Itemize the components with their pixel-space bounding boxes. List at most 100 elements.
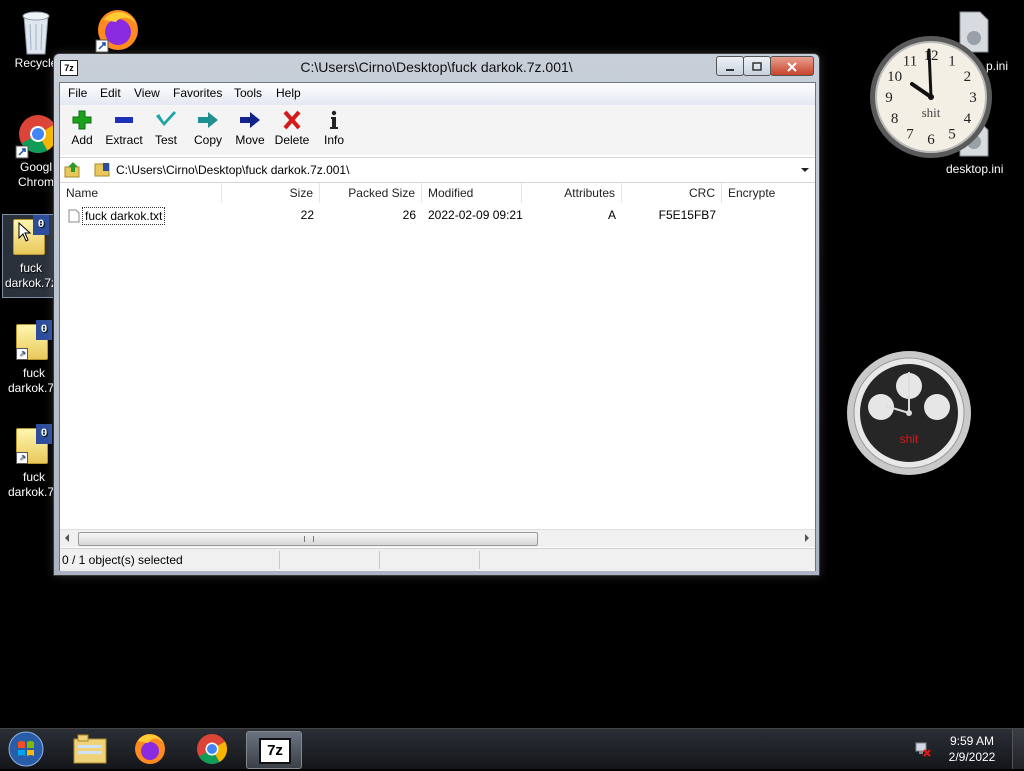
- clock-gadget[interactable]: 12 1 2 3 4 5 6 7 8 9 10 11 shit: [868, 34, 994, 160]
- chevron-down-icon: [801, 168, 809, 172]
- stopwatch-gadget-label: shit: [899, 432, 919, 446]
- firefox-icon: [95, 10, 138, 53]
- window-title: C:\Users\Cirno\Desktop\fuck darkok.7z.00…: [300, 59, 573, 75]
- 7zip-file-manager-window[interactable]: 7z C:\Users\Cirno\Desktop\fuck darkok.7z…: [53, 53, 820, 576]
- plus-icon: [72, 110, 92, 130]
- taskbar: 7z 9:59 AM 2/9/2022: [0, 728, 1024, 769]
- start-button[interactable]: [6, 730, 46, 768]
- menu-edit[interactable]: Edit: [100, 86, 121, 100]
- copy-button[interactable]: Copy: [186, 109, 230, 147]
- cell-packed-size: 26: [402, 208, 416, 222]
- cell-modified: 2022-02-09 09:21: [428, 208, 523, 222]
- add-button[interactable]: Add: [60, 109, 104, 147]
- selection-status: 0 / 1 object(s) selected: [62, 553, 183, 567]
- column-header-modified[interactable]: Modified: [422, 183, 522, 203]
- close-icon: [787, 62, 797, 72]
- clock-numeral: 2: [964, 69, 972, 85]
- firefox-icon: [135, 734, 165, 764]
- info-label: Info: [323, 133, 344, 147]
- clock-numeral: 9: [885, 90, 893, 106]
- clock-numeral: 11: [903, 54, 917, 70]
- minus-icon: [115, 117, 133, 123]
- clock-numeral: 3: [969, 90, 977, 106]
- network-disconnected-icon[interactable]: [914, 740, 932, 758]
- clock-numeral: 12: [924, 48, 939, 64]
- desktop-icon-label: darkok.7z: [4, 276, 58, 290]
- clock-numeral: 5: [948, 126, 956, 142]
- window-client-area: File Edit View Favorites Tools Help Add …: [59, 82, 816, 571]
- delete-label: Delete: [274, 133, 310, 147]
- path-dropdown-button[interactable]: [798, 161, 812, 179]
- test-button[interactable]: Test: [144, 109, 188, 147]
- arrow-right-icon: [198, 112, 218, 128]
- scrollbar-thumb[interactable]: [78, 532, 538, 546]
- menu-help[interactable]: Help: [276, 86, 301, 100]
- maximize-icon: [752, 62, 762, 71]
- test-label: Test: [154, 133, 177, 147]
- horizontal-scrollbar[interactable]: [60, 529, 815, 547]
- column-header-name[interactable]: Name: [60, 183, 222, 203]
- file-list-view[interactable]: Name Size Packed Size Modified Attribute…: [60, 183, 815, 528]
- column-header-packed-size[interactable]: Packed Size: [320, 183, 422, 203]
- toolbar: Add Extract Test Copy Move Delete Info: [60, 105, 815, 155]
- menu-tools[interactable]: Tools: [234, 86, 262, 100]
- column-header-size[interactable]: Size: [222, 183, 320, 203]
- desktop-icon-firefox[interactable]: [94, 6, 142, 54]
- minimize-icon: [726, 69, 734, 71]
- scroll-right-icon[interactable]: [802, 533, 812, 543]
- info-button[interactable]: Info: [312, 109, 356, 147]
- menu-view[interactable]: View: [134, 86, 160, 100]
- clock-date: 2/9/2022: [948, 750, 996, 764]
- taskbar-explorer-button[interactable]: [64, 731, 116, 767]
- system-clock[interactable]: 9:59 AM 2/9/2022: [940, 733, 1004, 765]
- taskbar-chrome-button[interactable]: [186, 731, 238, 767]
- column-header-encrypted[interactable]: Encrypte: [722, 183, 815, 203]
- move-label: Move: [235, 133, 265, 147]
- cell-name: fuck darkok.txt: [82, 207, 166, 225]
- menu-favorites[interactable]: Favorites: [173, 86, 222, 100]
- show-desktop-button[interactable]: [1012, 729, 1024, 769]
- stopwatch-gadget[interactable]: shit: [846, 350, 972, 476]
- mouse-cursor-icon: [18, 222, 32, 242]
- menu-bar: File Edit View Favorites Tools Help: [60, 83, 815, 105]
- recycle-bin-icon: [22, 11, 50, 55]
- desktop-icon-label: fuck: [19, 261, 42, 275]
- archive-shortcut-icon: 0 ↗: [16, 320, 52, 360]
- copy-label: Copy: [193, 133, 222, 147]
- cell-attributes: A: [607, 208, 616, 222]
- delete-button[interactable]: Delete: [270, 109, 314, 147]
- x-icon: [283, 110, 301, 130]
- path-combobox[interactable]: C:\Users\Cirno\Desktop\fuck darkok.7z.00…: [94, 160, 796, 180]
- clock-numeral: 7: [906, 126, 914, 142]
- extract-button[interactable]: Extract: [102, 109, 146, 147]
- window-titlebar[interactable]: 7z C:\Users\Cirno\Desktop\fuck darkok.7z…: [54, 54, 819, 82]
- column-header-attributes[interactable]: Attributes: [522, 183, 622, 203]
- archive-path-icon: [94, 163, 110, 177]
- taskbar-firefox-button[interactable]: [124, 731, 176, 767]
- clock-gadget-label: shit: [921, 105, 941, 120]
- up-folder-button[interactable]: [64, 161, 82, 179]
- arrow-right-icon: [240, 112, 260, 128]
- clock-numeral: 6: [927, 132, 935, 148]
- folder-up-icon: [64, 162, 80, 178]
- folder-icon: [73, 734, 107, 764]
- minimize-button[interactable]: [716, 56, 744, 76]
- clock-time: 9:59 AM: [949, 734, 995, 748]
- clock-numeral: 10: [887, 69, 902, 85]
- maximize-button[interactable]: [743, 56, 771, 76]
- clock-numeral: 1: [948, 54, 956, 70]
- archive-shortcut-icon: 0 ↗: [16, 424, 52, 464]
- menu-file[interactable]: File: [68, 86, 87, 100]
- analog-clock-icon: 12 1234567891011: [870, 36, 992, 158]
- taskbar-7zip-button[interactable]: 7z: [246, 731, 302, 769]
- chrome-icon: [197, 734, 227, 765]
- status-bar: 0 / 1 object(s) selected: [60, 548, 815, 571]
- scroll-left-icon[interactable]: [62, 533, 72, 543]
- close-button[interactable]: [770, 56, 814, 76]
- text-file-icon: [68, 209, 80, 223]
- move-button[interactable]: Move: [228, 109, 272, 147]
- extract-label: Extract: [105, 133, 143, 147]
- scrollbar-grip: [304, 536, 314, 542]
- column-header-crc[interactable]: CRC: [622, 183, 722, 203]
- desktop-icon-label: desktop.ini: [946, 162, 1004, 176]
